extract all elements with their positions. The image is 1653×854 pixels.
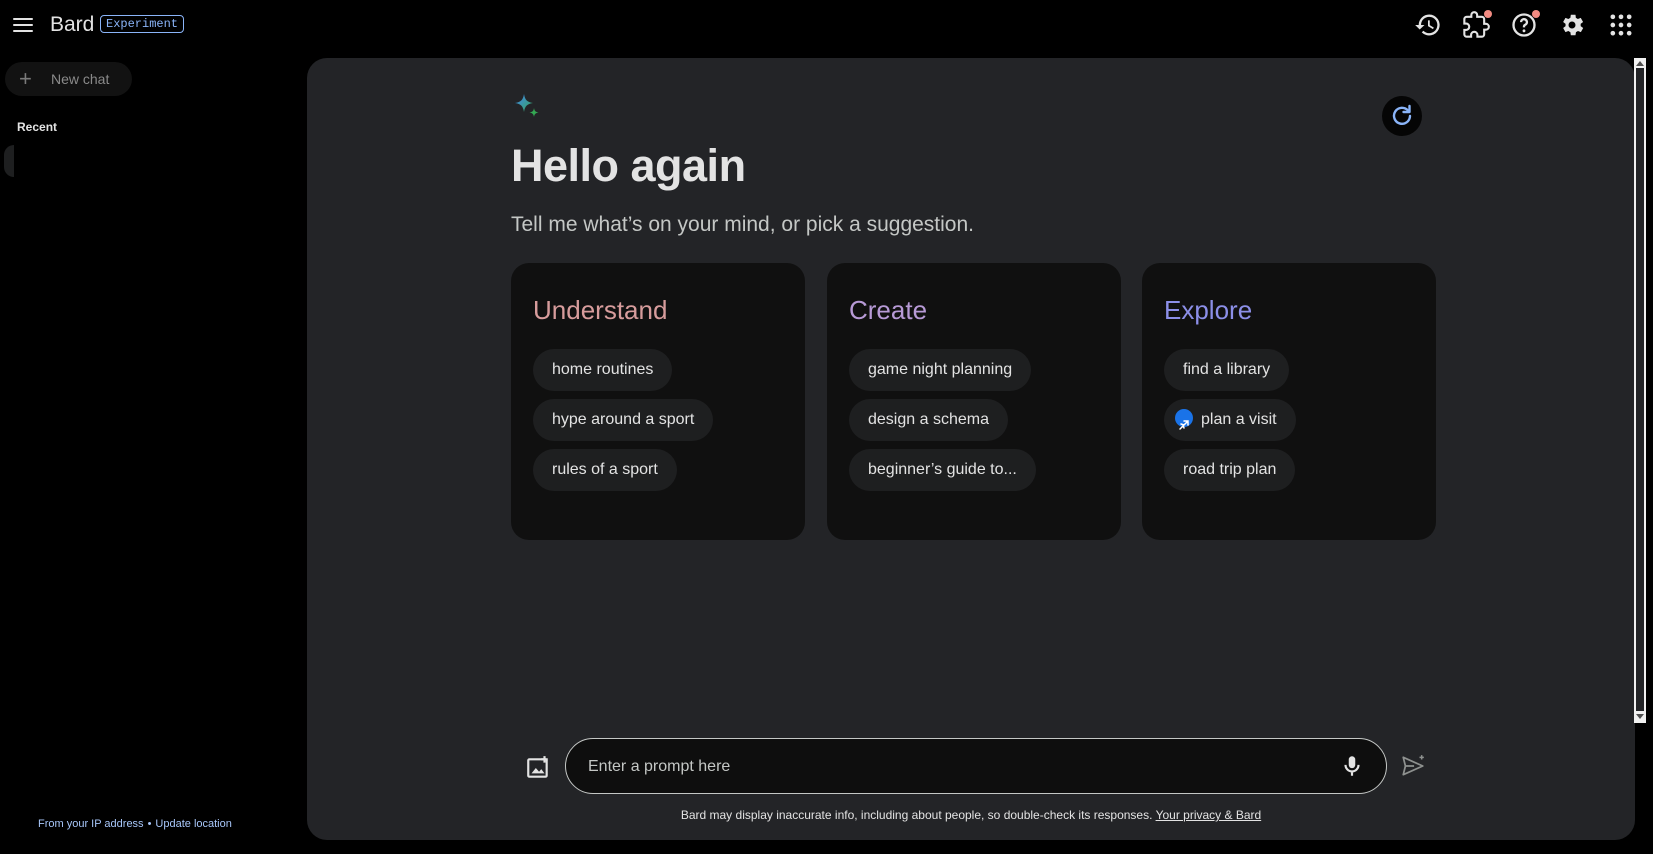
card-title: Explore	[1164, 295, 1253, 325]
suggestion-card-understand: Understand home routines hype around a s…	[511, 263, 805, 540]
notification-dot	[1532, 10, 1540, 18]
disclaimer-text: Bard may display inaccurate info, includ…	[680, 808, 1153, 822]
upload-image-icon[interactable]	[525, 755, 551, 781]
greeting-heading: Hello again	[511, 140, 746, 191]
refresh-icon	[1392, 104, 1412, 125]
scroll-down-arrow-icon[interactable]	[1636, 714, 1644, 719]
prompt-input[interactable]	[586, 753, 1310, 781]
send-icon[interactable]	[1400, 753, 1426, 779]
help-icon[interactable]	[1510, 10, 1540, 39]
menu-icon[interactable]	[10, 12, 36, 38]
location-separator: •	[147, 818, 152, 830]
update-location-link[interactable]: Update location	[155, 818, 231, 830]
prompt-box	[565, 738, 1387, 794]
suggestion-chip[interactable]: design a schema	[849, 399, 1008, 441]
plus-icon: +	[19, 66, 32, 91]
privacy-link[interactable]: Your privacy & Bard	[1156, 808, 1262, 822]
suggestion-card-explore: Explore find a library plan a visit road…	[1142, 263, 1436, 540]
suggestion-chip[interactable]: home routines	[533, 349, 673, 391]
suggestion-chip[interactable]: hype around a sport	[533, 399, 714, 441]
location-info: From your IP address • Update location	[38, 818, 232, 830]
suggestion-chip[interactable]: find a library	[1164, 349, 1290, 391]
sparkle-icon	[513, 92, 541, 125]
sidebar: + New chat Recent From your IP address • U…	[0, 50, 300, 854]
app-title: Bard	[50, 13, 95, 36]
microphone-icon[interactable]	[1339, 753, 1365, 779]
suggestion-chip[interactable]: beginner’s guide to...	[849, 449, 1036, 491]
settings-icon[interactable]	[1558, 11, 1586, 39]
flight-icon	[1175, 409, 1193, 431]
disclaimer: Bard may display inaccurate info, includ…	[307, 808, 1635, 822]
card-title: Create	[849, 295, 928, 325]
scrollbar[interactable]	[1634, 58, 1646, 723]
suggestion-chip[interactable]: rules of a sport	[533, 449, 677, 491]
main-panel: Hello again Tell me what’s on your mind,…	[307, 58, 1635, 840]
card-title: Understand	[533, 295, 668, 325]
suggestion-chip-plan-visit[interactable]: plan a visit	[1164, 399, 1296, 441]
suggestion-card-create: Create game night planning design a sche…	[827, 263, 1121, 540]
suggestion-chip[interactable]: game night planning	[849, 349, 1032, 391]
top-bar: Bard Experiment	[0, 0, 1653, 50]
notification-dot	[1484, 10, 1492, 18]
suggestion-chip-label: plan a visit	[1201, 411, 1277, 428]
recent-chat-item[interactable]	[4, 145, 14, 177]
greeting-subtitle: Tell me what’s on your mind, or pick a s…	[511, 213, 975, 236]
new-chat-label: New chat	[51, 71, 110, 87]
location-source: From your IP address	[38, 818, 144, 830]
new-chat-button[interactable]: + New chat	[5, 62, 132, 96]
scrollbar-thumb[interactable]	[1636, 68, 1644, 711]
scroll-up-arrow-icon[interactable]	[1636, 61, 1644, 66]
experiment-badge: Experiment	[100, 15, 185, 33]
apps-grid-icon[interactable]	[1607, 11, 1635, 39]
extensions-icon[interactable]	[1462, 10, 1492, 39]
history-icon[interactable]	[1414, 11, 1442, 39]
refresh-button[interactable]	[1382, 96, 1422, 136]
suggestion-chip[interactable]: road trip plan	[1164, 449, 1296, 491]
recent-heading: Recent	[17, 120, 58, 134]
